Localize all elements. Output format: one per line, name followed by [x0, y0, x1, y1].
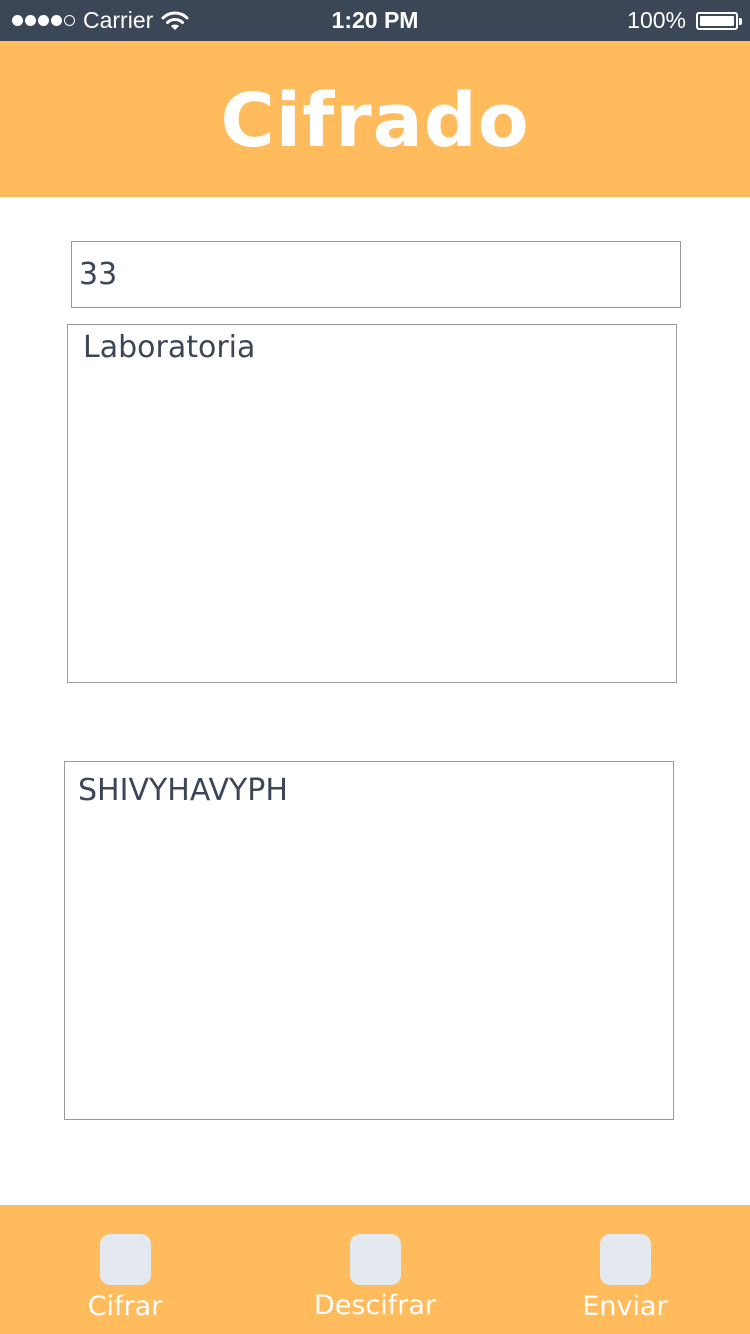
status-right: 100% — [627, 0, 742, 41]
descifrar-tab-icon[interactable] — [350, 1234, 401, 1285]
tab-cifrar[interactable]: Cifrar — [0, 1205, 250, 1334]
cifrar-tab-icon[interactable] — [100, 1234, 151, 1285]
page-title: Cifrado — [220, 78, 530, 164]
tab-descifrar-label[interactable]: Descifrar — [250, 1290, 500, 1321]
output-text-area[interactable]: SHIVYHAVYPH — [64, 761, 674, 1120]
battery-icon — [696, 11, 742, 30]
header: Cifrado — [0, 41, 750, 197]
tab-enviar-label[interactable]: Enviar — [500, 1291, 750, 1322]
tab-enviar[interactable]: Enviar — [500, 1205, 750, 1334]
input-text-area[interactable]: Laboratoria — [67, 324, 677, 683]
tab-descifrar[interactable]: Descifrar — [250, 1205, 500, 1334]
status-bar: Carrier 1:20 PM 100% — [0, 0, 750, 41]
enviar-tab-icon[interactable] — [600, 1234, 651, 1285]
tab-bar: Cifrar Descifrar Enviar — [0, 1205, 750, 1334]
key-input[interactable] — [71, 241, 681, 308]
battery-percent: 100% — [627, 7, 686, 33]
tab-cifrar-label[interactable]: Cifrar — [0, 1291, 250, 1322]
